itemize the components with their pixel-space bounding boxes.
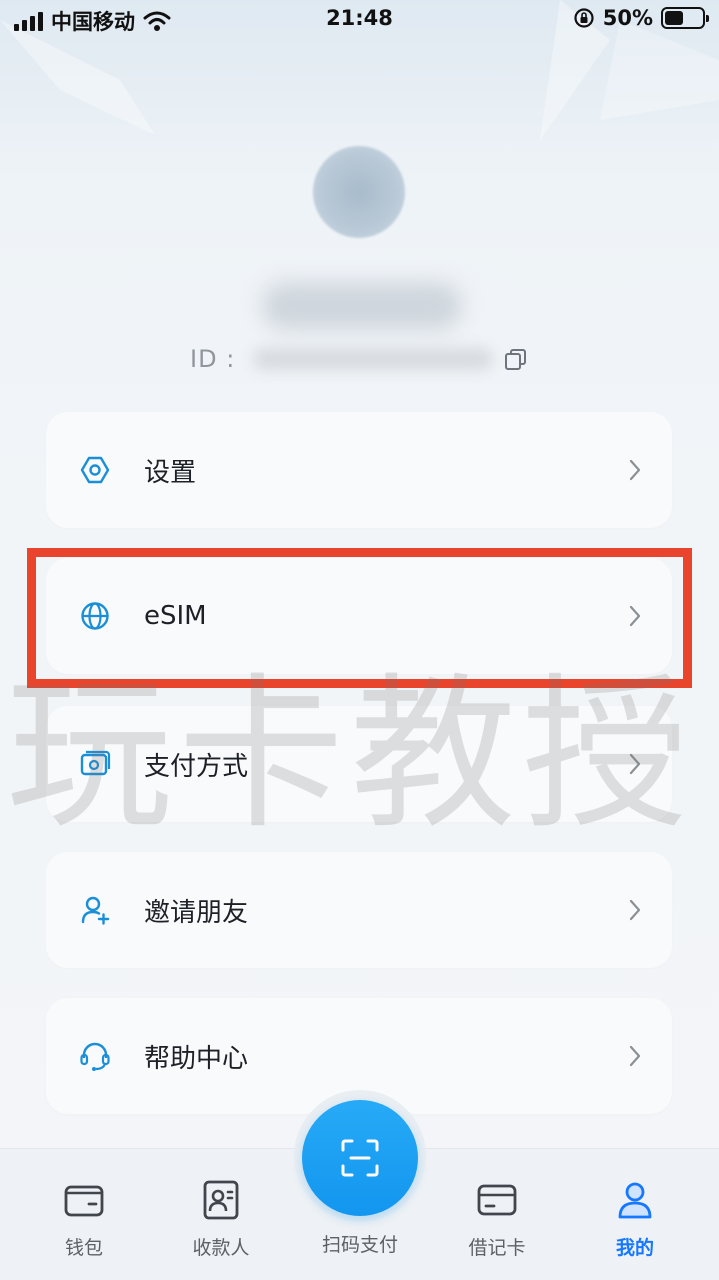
menu-item-label: 帮助中心	[144, 1043, 249, 1074]
menu-item-label: 邀请朋友	[144, 897, 249, 928]
menu-item-settings[interactable]: 设置	[46, 412, 672, 528]
scan-icon	[341, 1139, 379, 1177]
scan-pay-button[interactable]	[302, 1100, 418, 1216]
orientation-lock-icon	[574, 8, 594, 28]
wallet-icon	[64, 1185, 104, 1217]
chevron-right-icon	[629, 899, 641, 921]
card-photo-icon	[80, 750, 111, 776]
globe-icon	[81, 602, 109, 630]
tab-payees[interactable]: 收款人	[166, 1179, 276, 1269]
user-id-row: ID :	[190, 342, 494, 376]
tab-label: 收款人	[192, 1237, 250, 1259]
headset-icon	[80, 1042, 110, 1071]
card-icon	[477, 1184, 517, 1216]
tab-mine[interactable]: 我的	[580, 1179, 690, 1269]
add-user-icon	[81, 896, 110, 925]
chevron-right-icon	[629, 605, 641, 627]
tab-label: 钱包	[64, 1237, 103, 1259]
chevron-right-icon	[629, 1045, 641, 1067]
chevron-right-icon	[629, 459, 641, 481]
tab-debit-card[interactable]: 借记卡	[442, 1179, 552, 1269]
id-label: ID :	[190, 345, 236, 373]
username-redacted	[262, 282, 462, 330]
status-bar: 中国移动 21:48 50%	[0, 0, 719, 40]
menu-item-invite-friends[interactable]: 邀请朋友	[46, 852, 672, 968]
battery-icon	[661, 7, 709, 29]
menu-item-label: 设置	[144, 457, 197, 488]
tab-wallet[interactable]: 钱包	[29, 1179, 139, 1269]
tab-label: 借记卡	[468, 1237, 526, 1259]
menu-item-label: 支付方式	[144, 751, 249, 782]
avatar[interactable]	[313, 146, 405, 238]
settings-icon	[80, 456, 110, 484]
menu-item-esim[interactable]: eSIM	[46, 558, 672, 674]
chevron-right-icon	[629, 753, 641, 775]
copy-icon[interactable]	[504, 348, 528, 372]
battery-percent: 50%	[602, 6, 653, 30]
user-id-redacted	[253, 348, 494, 370]
contact-card-icon	[203, 1180, 239, 1220]
user-profile-icon	[618, 1182, 652, 1219]
tab-label: 我的	[615, 1237, 654, 1259]
menu-item-payment-methods[interactable]: 支付方式	[46, 706, 672, 822]
scan-pay-label: 扫码支付	[321, 1234, 398, 1256]
menu-item-label: eSIM	[144, 601, 207, 631]
